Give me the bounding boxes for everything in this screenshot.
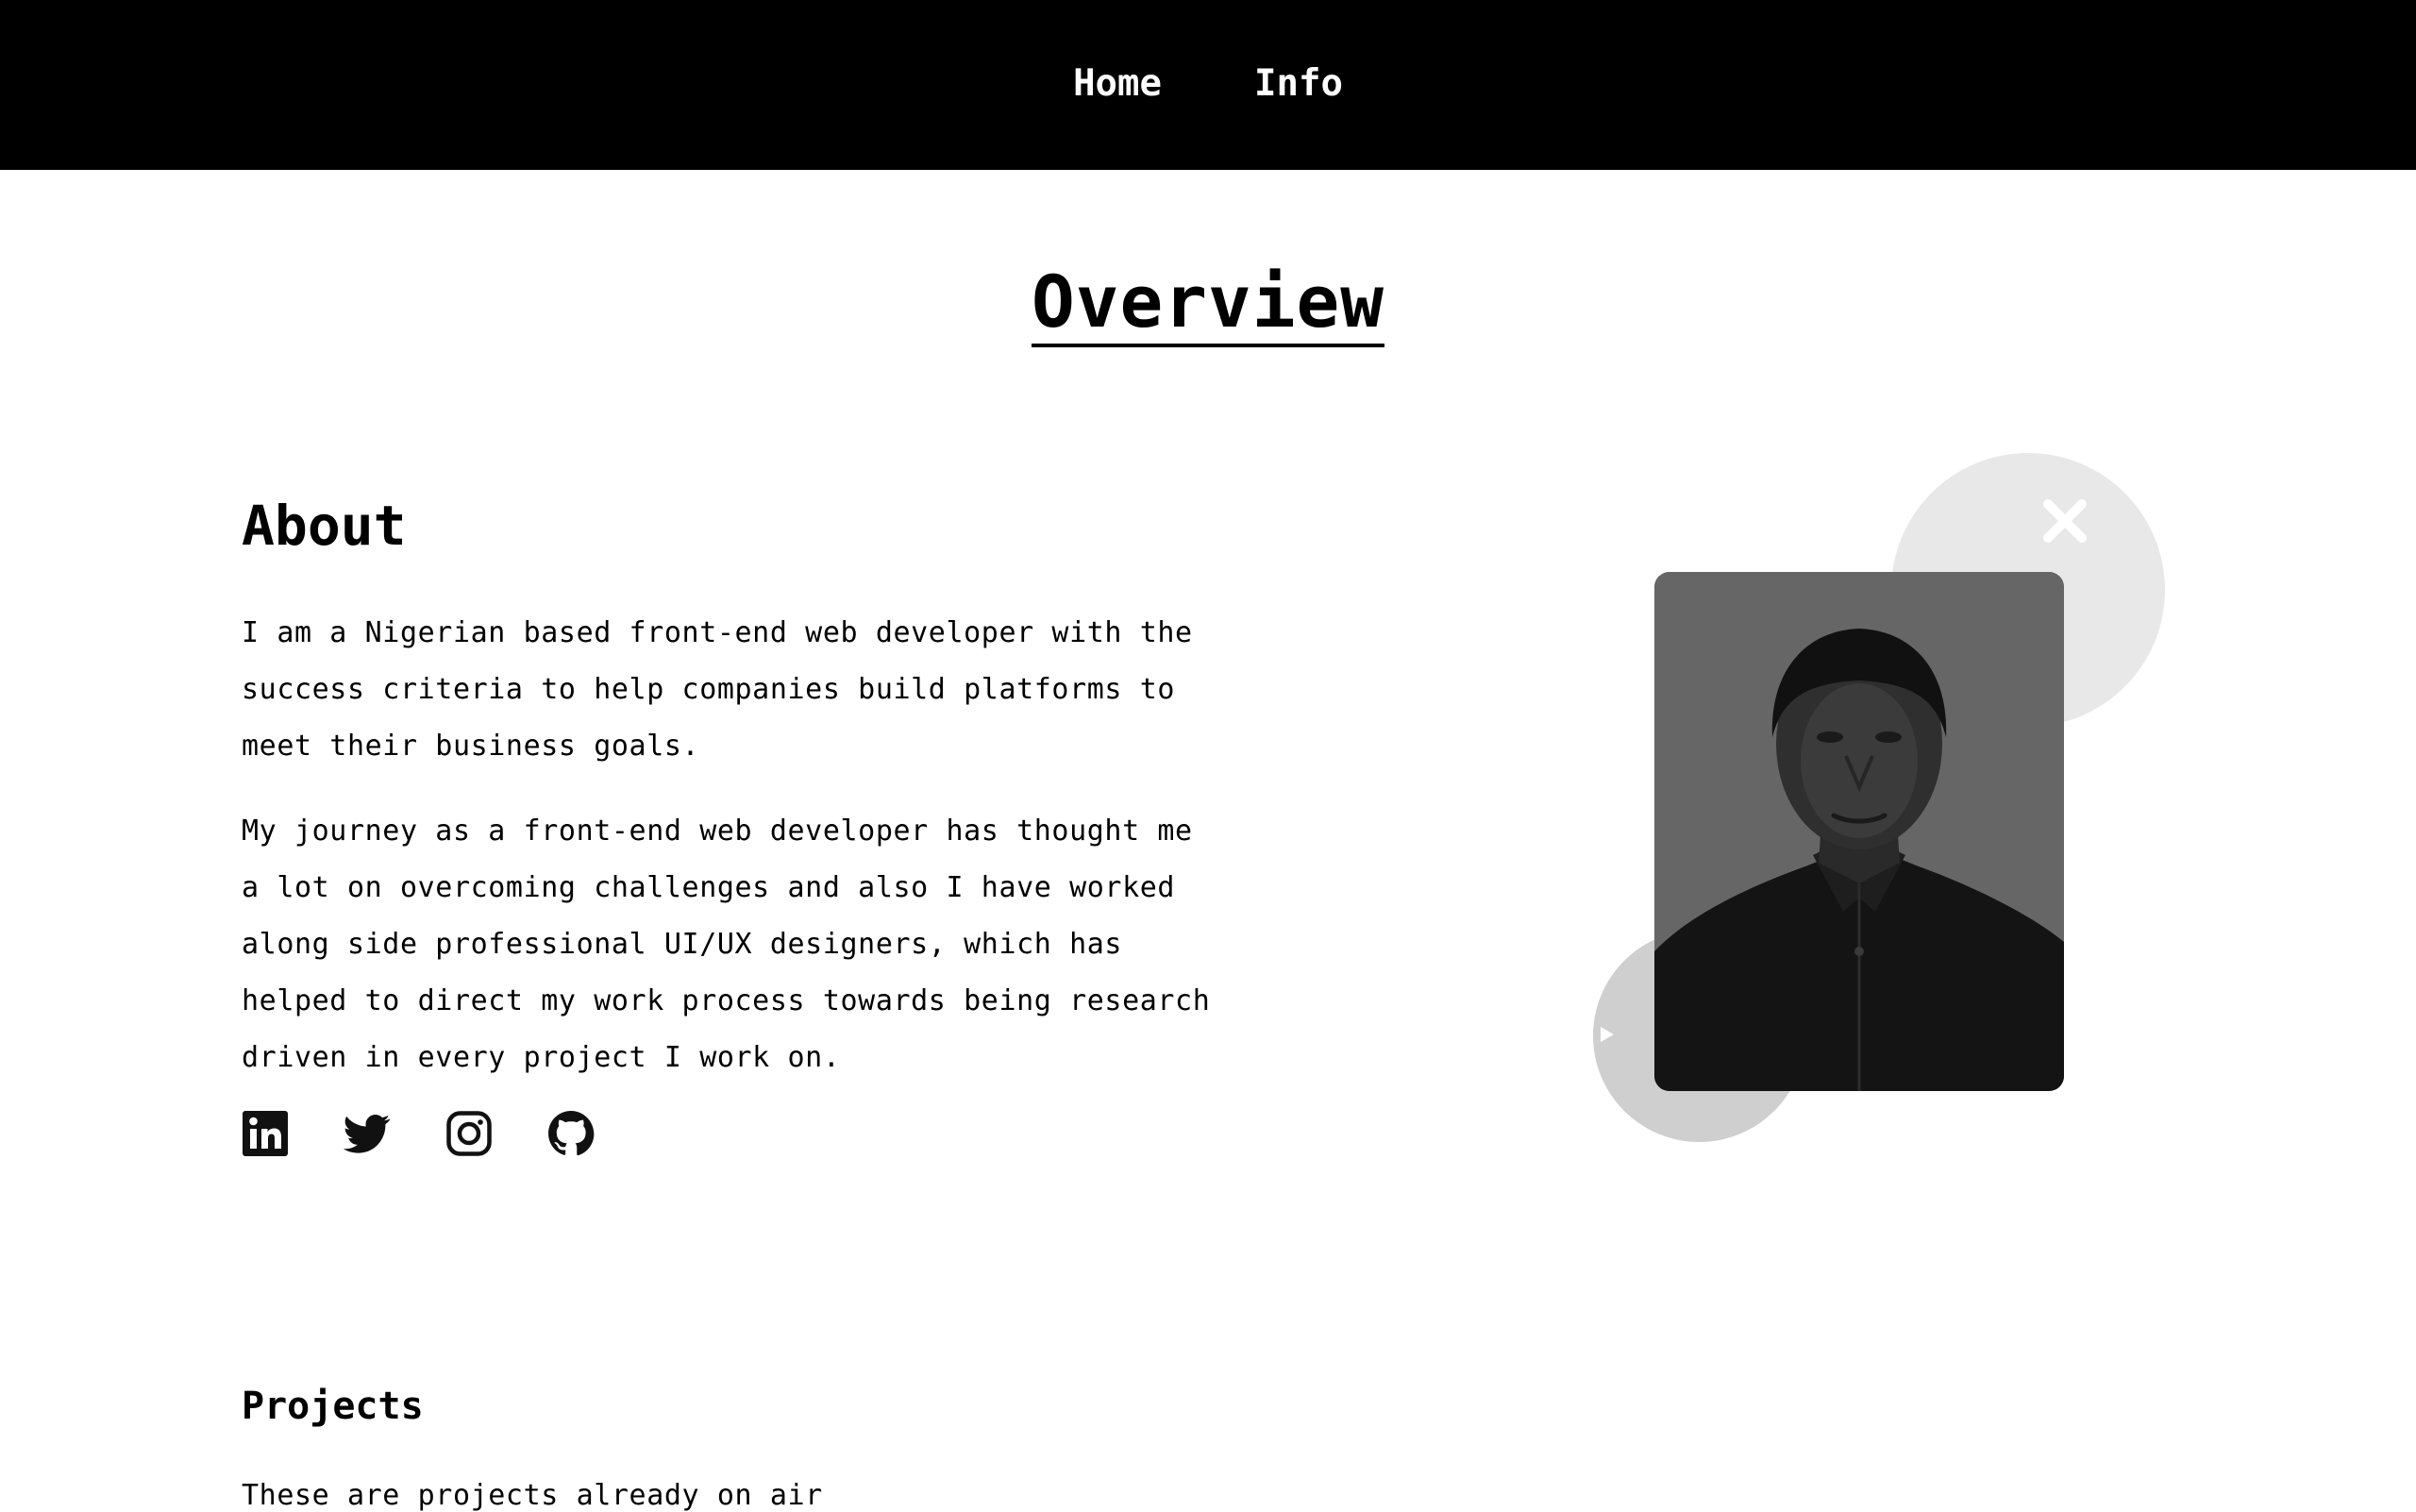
linkedin-icon[interactable] [242, 1110, 289, 1157]
twitter-icon[interactable] [344, 1110, 391, 1157]
profile-photo [1654, 572, 2064, 1091]
github-icon[interactable] [547, 1110, 595, 1157]
page-title-text: Overview [1031, 266, 1385, 347]
projects-description: These are projects already on air [242, 1479, 823, 1512]
projects-heading: Projects [242, 1385, 424, 1428]
nav-link-home[interactable]: Home [1073, 65, 1162, 102]
about-paragraph-1: I am a Nigerian based front-end web deve… [242, 616, 1193, 763]
play-icon [1601, 1027, 1614, 1042]
close-icon [2043, 499, 2087, 543]
page-title: Overview [0, 266, 2416, 347]
about-paragraph-2: My journey as a front-end web developer … [242, 815, 1211, 1074]
social-links [242, 1110, 595, 1157]
instagram-icon[interactable] [445, 1110, 493, 1157]
about-heading: About [242, 494, 407, 558]
top-navigation: Home Info [0, 0, 2416, 170]
nav-link-info[interactable]: Info [1254, 65, 1343, 102]
